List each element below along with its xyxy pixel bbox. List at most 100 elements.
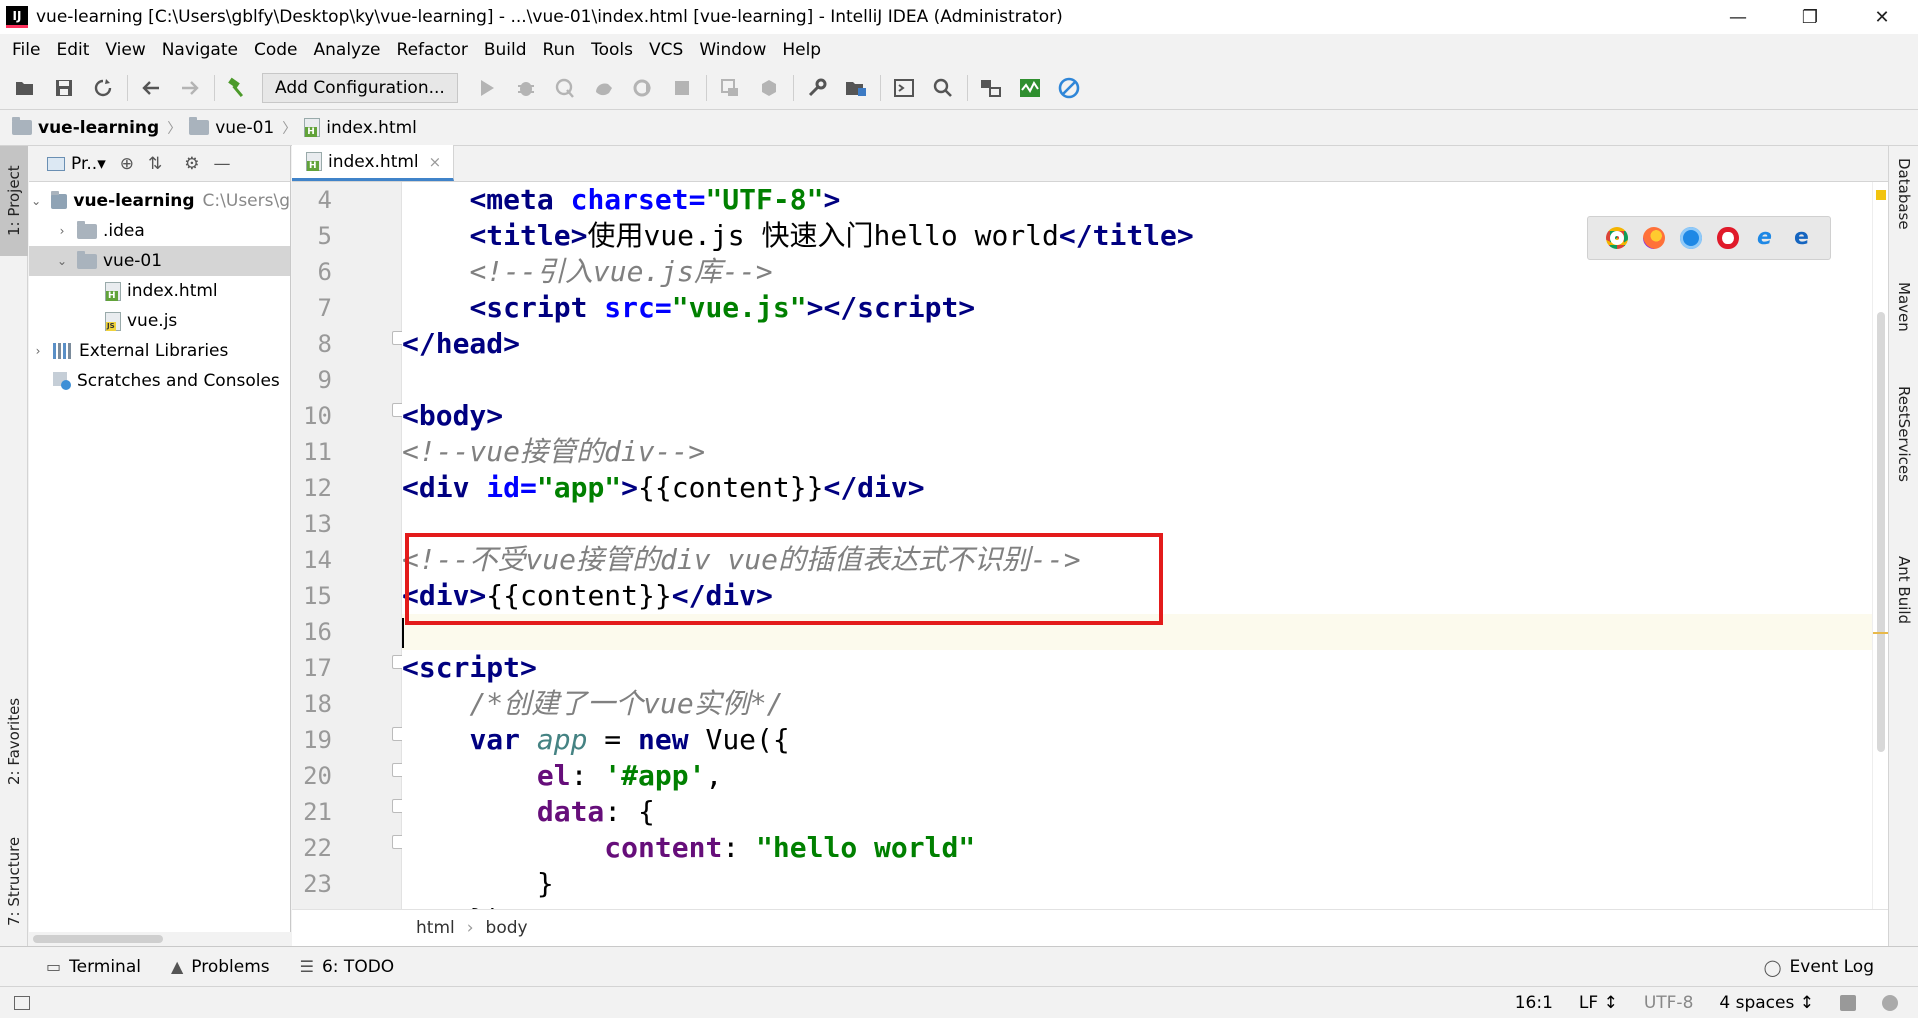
menu-run[interactable]: Run <box>535 40 584 60</box>
event-log-label: Event Log <box>1789 957 1874 977</box>
run-icon[interactable] <box>472 73 502 103</box>
menu-tools[interactable]: Tools <box>583 40 641 60</box>
project-panel: Pr..▾ ⊕ ⇅ ⚙ — ⌄ vue-learning C:\Users\g … <box>29 146 291 946</box>
toggle-tool-windows-icon[interactable] <box>14 995 30 1010</box>
menu-view[interactable]: View <box>97 40 153 60</box>
tree-item-vue-js[interactable]: vue.js <box>29 306 290 336</box>
line-separator-selector[interactable]: LF ↕ <box>1579 993 1618 1013</box>
tree-item-vue-learning[interactable]: ⌄ vue-learning C:\Users\g <box>29 186 290 216</box>
build-hammer-icon[interactable] <box>223 73 253 103</box>
locate-target-icon[interactable]: ⊕ <box>120 154 134 174</box>
nav-crumb-project[interactable]: vue-learning <box>12 117 159 138</box>
menu-edit[interactable]: Edit <box>48 40 97 60</box>
restore-button[interactable]: ❐ <box>1774 0 1846 34</box>
tab-index-html[interactable]: index.html × <box>292 145 455 181</box>
line-number: 4 <box>317 186 332 214</box>
no-entry-icon[interactable] <box>1054 73 1084 103</box>
forward-arrow-icon[interactable] <box>175 73 205 103</box>
search-icon[interactable] <box>928 73 958 103</box>
inspection-status-icon[interactable] <box>1876 190 1886 200</box>
line-number: 6 <box>317 258 332 286</box>
tab-restservices[interactable]: RestServices <box>1889 386 1918 536</box>
save-icon[interactable] <box>49 73 79 103</box>
file-encoding[interactable]: UTF-8 <box>1644 993 1694 1013</box>
line-number: 19 <box>303 726 332 754</box>
stop-icon[interactable] <box>667 73 697 103</box>
menu-file[interactable]: File <box>4 40 48 60</box>
problems-tab[interactable]: ▲ Problems <box>171 957 270 977</box>
tab-maven[interactable]: Maven <box>1889 282 1918 362</box>
opera-icon[interactable] <box>1716 227 1739 249</box>
menu-refactor[interactable]: Refactor <box>389 40 476 60</box>
deploy-icon[interactable] <box>754 73 784 103</box>
code-line: </head> <box>402 327 521 360</box>
collapse-all-icon[interactable]: ⇅ <box>148 154 162 174</box>
project-view-selector[interactable]: Pr..▾ <box>71 154 106 174</box>
terminal-tab[interactable]: ▭ Terminal <box>46 957 141 977</box>
tree-item-scratches[interactable]: Scratches and Consoles <box>29 366 290 396</box>
caret-position[interactable]: 16:1 <box>1515 993 1553 1013</box>
event-log-tab[interactable]: ◯ Event Log <box>1764 947 1874 987</box>
tree-item-vue-01[interactable]: ⌄ vue-01 <box>29 246 290 276</box>
chevron-down-icon[interactable]: ⌄ <box>53 254 71 268</box>
chevron-right-icon[interactable]: › <box>53 224 71 238</box>
lock-icon[interactable] <box>1840 995 1856 1011</box>
hide-panel-icon[interactable]: — <box>213 154 230 174</box>
close-button[interactable]: ✕ <box>1846 0 1918 34</box>
firefox-icon[interactable] <box>1642 227 1665 249</box>
run-with-icon[interactable] <box>628 73 658 103</box>
tab-ant-build[interactable]: Ant Build <box>1889 556 1918 676</box>
code-line: <!--vue接管的div--> <box>402 435 706 468</box>
menu-navigate[interactable]: Navigate <box>154 40 246 60</box>
minimize-button[interactable]: — <box>1702 0 1774 34</box>
menu-help[interactable]: Help <box>774 40 829 60</box>
project-horizontal-scrollbar[interactable] <box>29 932 291 946</box>
menu-code[interactable]: Code <box>246 40 306 60</box>
tab-project[interactable]: 1: Project <box>0 146 28 256</box>
tab-structure[interactable]: 7: Structure <box>0 826 28 936</box>
profile-icon[interactable] <box>589 73 619 103</box>
inspector-icon[interactable] <box>1882 995 1898 1011</box>
safari-icon[interactable] <box>1679 227 1702 249</box>
tab-database[interactable]: Database <box>1889 158 1918 258</box>
tab-favorites-label: 2: Favorites <box>5 697 23 785</box>
gear-icon[interactable]: ⚙ <box>184 154 199 174</box>
open-folder-icon[interactable] <box>10 73 40 103</box>
menu-build[interactable]: Build <box>476 40 535 60</box>
folder-icon <box>12 117 32 135</box>
tree-item-index-html[interactable]: index.html <box>29 276 290 306</box>
chevron-down-icon[interactable]: ⌄ <box>29 194 43 208</box>
warning-marker[interactable] <box>1873 632 1889 634</box>
run-configuration-dropdown[interactable]: Add Configuration... <box>262 72 458 103</box>
menu-window[interactable]: Window <box>691 40 774 60</box>
nav-crumb-file[interactable]: index.html <box>304 118 417 138</box>
internet-explorer-icon[interactable]: e <box>1754 227 1776 249</box>
scrollbar-thumb[interactable] <box>1877 312 1885 752</box>
terminal-console-icon[interactable] <box>889 73 919 103</box>
menu-vcs[interactable]: VCS <box>641 40 691 60</box>
menu-analyze[interactable]: Analyze <box>306 40 389 60</box>
database-changes-icon[interactable] <box>976 73 1006 103</box>
tree-item-idea[interactable]: › .idea <box>29 216 290 246</box>
indent-selector[interactable]: 4 spaces ↕ <box>1719 993 1814 1013</box>
sync-icon[interactable] <box>88 73 118 103</box>
project-structure-icon[interactable] <box>841 73 871 103</box>
edge-icon[interactable]: e <box>1791 227 1813 249</box>
coverage-icon[interactable] <box>550 73 580 103</box>
breadcrumb-body[interactable]: body <box>486 918 528 938</box>
activity-monitor-icon[interactable] <box>1015 73 1045 103</box>
close-tab-icon[interactable]: × <box>429 153 442 171</box>
settings-wrench-icon[interactable] <box>802 73 832 103</box>
chevron-right-icon[interactable]: › <box>29 344 47 358</box>
line-number: 10 <box>303 402 332 430</box>
update-running-icon[interactable] <box>715 73 745 103</box>
tree-item-external-libraries[interactable]: › External Libraries <box>29 336 290 366</box>
nav-crumb-folder[interactable]: vue-01 <box>189 117 274 138</box>
todo-tab[interactable]: ☰ 6: TODO <box>300 957 395 977</box>
chrome-icon[interactable] <box>1605 227 1628 249</box>
debug-icon[interactable] <box>511 73 541 103</box>
tab-favorites[interactable]: 2: Favorites <box>0 676 28 806</box>
breadcrumb-html[interactable]: html <box>416 918 455 938</box>
editor-vertical-scrollbar[interactable] <box>1872 182 1889 909</box>
back-arrow-icon[interactable] <box>136 73 166 103</box>
